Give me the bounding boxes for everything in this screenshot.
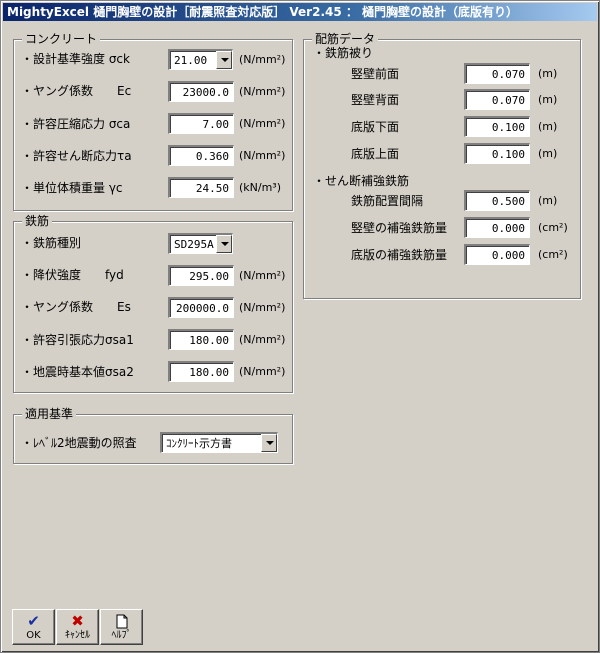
ec-unit: (N/mm²) (239, 85, 286, 98)
rebar-type-label: ・鉄筋種別 (21, 236, 82, 250)
slab-shear-rebar-field[interactable]: 0.000 (464, 244, 530, 265)
level2-check-combo[interactable]: ｺﾝｸﾘｰﾄ示方書 (160, 432, 278, 453)
title-bar: MightyExcel 樋門胸壁の設計［耐震照査対応版］ Ver2.45 ： 樋… (3, 3, 597, 21)
stirrup-spacing-label: 鉄筋配置間隔 (351, 194, 424, 208)
sigma-sa2-unit: (N/mm²) (239, 365, 286, 378)
help-button-label: ﾍﾙﾌﾟ (111, 630, 132, 641)
tau-a-field[interactable]: 0.360 (168, 145, 234, 166)
wall-shear-rebar-field[interactable]: 0.000 (464, 217, 530, 238)
slab-shear-rebar-unit: (cm²) (538, 248, 568, 261)
slab-shear-rebar-label: 底版の補強鉄筋量 (351, 248, 448, 262)
ok-button-label: OK (26, 630, 41, 641)
gamma-c-label: ・単位体積重量 γc (21, 181, 123, 195)
sigma-ck-value: 21.00 (174, 54, 208, 67)
stirrup-spacing-unit: (m) (538, 194, 558, 207)
cover-top-unit: (m) (538, 147, 558, 160)
wall-shear-rebar-unit: (cm²) (538, 221, 568, 234)
sigma-sa2-field[interactable]: 180.00 (168, 361, 234, 382)
cover-front-unit: (m) (538, 67, 558, 80)
shear-header: ・せん断補強鉄筋 (313, 174, 410, 188)
sigma-ca-unit: (N/mm²) (239, 117, 286, 130)
sigma-ck-unit: (N/mm²) (239, 53, 286, 66)
cover-front-field[interactable]: 0.070 (464, 63, 530, 84)
es-unit: (N/mm²) (239, 301, 286, 314)
sigma-sa1-field[interactable]: 180.00 (168, 329, 234, 350)
es-label: ・ヤング係数 Es (21, 300, 131, 314)
cover-back-field[interactable]: 0.070 (464, 89, 530, 110)
wall-shear-rebar-label: 竪壁の補強鉄筋量 (351, 221, 448, 235)
sigma-ck-combo[interactable]: 21.00 (168, 49, 233, 70)
ok-button[interactable]: ✔ OK (12, 609, 55, 645)
ec-label: ・ヤング係数 Ec (21, 84, 132, 98)
gamma-c-field[interactable]: 24.50 (168, 177, 234, 198)
sigma-ca-field[interactable]: 7.00 (168, 113, 234, 134)
gamma-c-unit: (kN/m³) (239, 181, 282, 194)
cover-top-label: 底版上面 (351, 147, 400, 161)
fyd-field[interactable]: 295.00 (168, 265, 234, 286)
rebar-group-title: 鉄筋 (22, 213, 53, 229)
cover-bottom-unit: (m) (538, 120, 558, 133)
sigma-sa1-unit: (N/mm²) (239, 333, 286, 346)
chevron-down-icon[interactable] (216, 235, 232, 253)
tau-a-label: ・許容せん断応力τa (21, 149, 132, 163)
ec-field[interactable]: 23000.0 (168, 81, 234, 102)
chevron-down-icon[interactable] (261, 434, 277, 452)
cover-front-label: 竪壁前面 (351, 67, 400, 81)
sigma-sa2-label: ・地震時基本値σsa2 (21, 365, 134, 379)
level2-check-value: ｺﾝｸﾘｰﾄ示方書 (166, 437, 232, 450)
rebar-type-value: SD295A (174, 238, 214, 251)
standard-group-title: 適用基準 (22, 406, 77, 422)
sigma-sa1-label: ・許容引張応力σsa1 (21, 333, 134, 347)
stirrup-spacing-field[interactable]: 0.500 (464, 190, 530, 211)
checkmark-icon: ✔ (27, 612, 40, 630)
document-icon (101, 612, 142, 630)
level2-check-label: ・ﾚﾍﾞﾙ2地震動の照査 (21, 436, 137, 450)
rebar-type-combo[interactable]: SD295A (168, 233, 233, 254)
cover-back-label: 竪壁背面 (351, 93, 400, 107)
sigma-ca-label: ・許容圧縮応力 σca (21, 117, 131, 131)
cancel-button-label: ｷｬﾝｾﾙ (65, 630, 90, 641)
es-field[interactable]: 200000.0 (168, 297, 234, 318)
cover-top-field[interactable]: 0.100 (464, 143, 530, 164)
cover-back-unit: (m) (538, 93, 558, 106)
tau-a-unit: (N/mm²) (239, 149, 286, 162)
fyd-label: ・降伏強度 fyd (21, 268, 124, 282)
close-icon: ✖ (71, 612, 84, 630)
dialog-window: MightyExcel 樋門胸壁の設計［耐震照査対応版］ Ver2.45 ： 樋… (0, 0, 600, 653)
sigma-ck-label: ・設計基準強度 σck (21, 52, 130, 66)
cancel-button[interactable]: ✖ ｷｬﾝｾﾙ (56, 609, 99, 645)
cover-bottom-field[interactable]: 0.100 (464, 116, 530, 137)
cover-header: ・鉄筋被り (313, 46, 374, 60)
fyd-unit: (N/mm²) (239, 269, 286, 282)
chevron-down-icon[interactable] (216, 51, 232, 69)
concrete-group-title: コンクリート (22, 31, 101, 47)
help-button[interactable]: ﾍﾙﾌﾟ (100, 609, 143, 645)
cover-bottom-label: 底版下面 (351, 120, 400, 134)
